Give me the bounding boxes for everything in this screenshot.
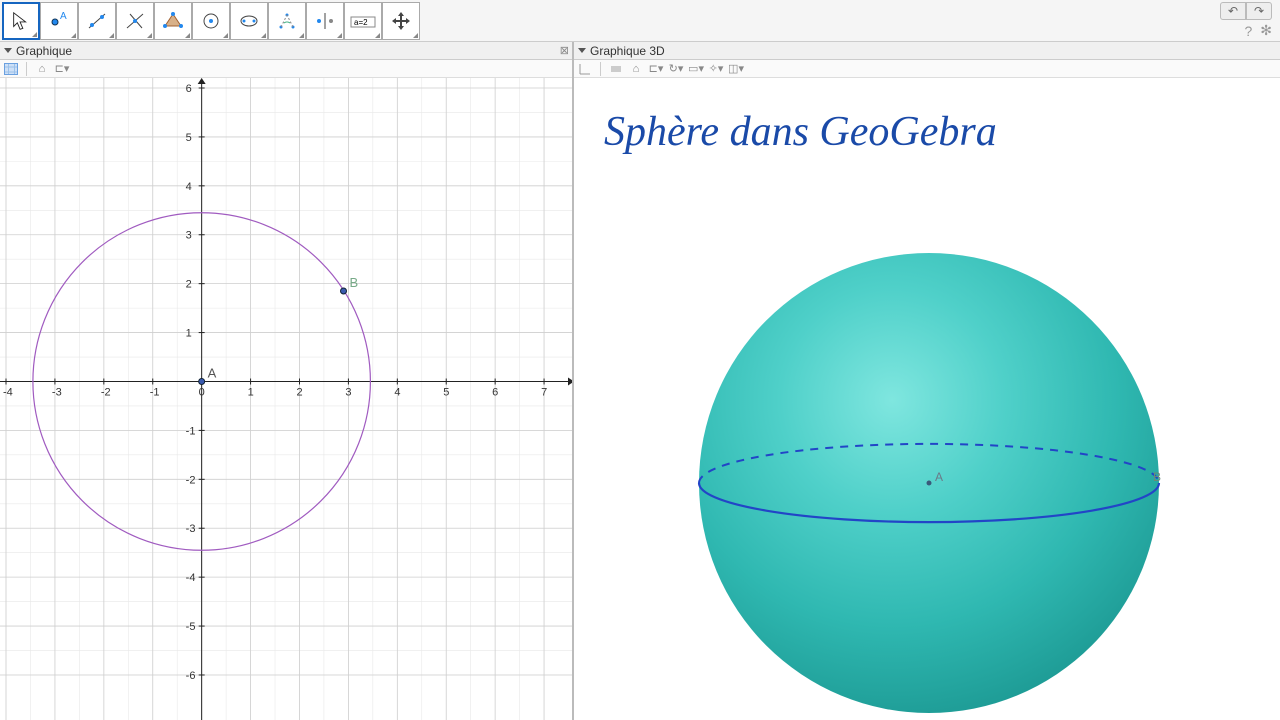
rotate-3d[interactable]: ↻▾ [669, 62, 683, 76]
home-2d[interactable]: ⌂ [35, 62, 49, 76]
svg-text:6: 6 [492, 386, 498, 398]
svg-text:2: 2 [186, 279, 192, 291]
svg-text:-3: -3 [186, 523, 196, 535]
redo-button[interactable]: ↷ [1246, 2, 1272, 20]
axes-toggle-3d[interactable] [578, 62, 592, 76]
tool-move-view[interactable] [382, 2, 420, 40]
plane-toggle-3d[interactable] [609, 62, 623, 76]
panel-title-2d: Graphique [16, 44, 72, 58]
svg-text:5: 5 [443, 386, 449, 398]
svg-text:7: 7 [541, 386, 547, 398]
svg-text:-6: -6 [186, 670, 196, 682]
settings-icon[interactable]: ✻ [1260, 22, 1272, 39]
tool-polygon[interactable] [154, 2, 192, 40]
svg-text:3: 3 [345, 386, 351, 398]
svg-text:-1: -1 [186, 425, 196, 437]
home-3d[interactable]: ⌂ [629, 62, 643, 76]
panel-header-2d[interactable]: Graphique ⊠ [0, 42, 572, 60]
svg-text:-5: -5 [186, 621, 196, 633]
graphics-2d-panel: Graphique ⊠ ⌂ ⊏▾ -4-3-2-101234567-6-5-4-… [0, 42, 574, 720]
help-icon[interactable]: ? [1244, 23, 1252, 39]
undo-button[interactable]: ↶ [1220, 2, 1246, 20]
svg-text:A: A [60, 11, 67, 22]
tool-conic[interactable] [230, 2, 268, 40]
svg-text:4: 4 [394, 386, 400, 398]
clipping-3d[interactable]: ✧▾ [709, 62, 723, 76]
projection-3d[interactable]: ◫▾ [729, 62, 743, 76]
sub-toolbar-3d: ⌂ ⊏▾ ↻▾ ▭▾ ✧▾ ◫▾ [574, 60, 1280, 78]
svg-text:-1: -1 [150, 386, 160, 398]
svg-text:A: A [935, 470, 943, 484]
panel-header-3d[interactable]: Graphique 3D [574, 42, 1280, 60]
svg-text:-2: -2 [101, 386, 111, 398]
main-toolbar: A a=2 ↶ ↷ [0, 0, 1280, 42]
tool-circle[interactable] [192, 2, 230, 40]
svg-text:-2: -2 [186, 474, 196, 486]
svg-text:1: 1 [186, 328, 192, 340]
sub-toolbar-2d: ⌂ ⊏▾ [0, 60, 572, 78]
canvas-2d[interactable]: -4 -3 -2 -1 0 1 2 3 4 5 6 7 -6 -5 -4 -3 -2 -1 1 2 3 4 5 6 A B [0, 78, 572, 720]
svg-text:2: 2 [296, 386, 302, 398]
svg-text:0: 0 [199, 386, 205, 398]
tool-point[interactable]: A [40, 2, 78, 40]
close-panel-2d[interactable]: ⊠ [560, 44, 569, 57]
canvas-3d[interactable]: Sphère dans GeoGebra AB [574, 78, 1280, 720]
svg-text:-4: -4 [186, 572, 196, 584]
tool-perpendicular[interactable] [116, 2, 154, 40]
svg-text:5: 5 [186, 132, 192, 144]
svg-text:A: A [208, 365, 217, 380]
panel-title-3d: Graphique 3D [590, 44, 665, 58]
svg-text:4: 4 [186, 181, 192, 193]
svg-text:6: 6 [186, 83, 192, 95]
svg-text:-3: -3 [52, 386, 62, 398]
svg-text:3: 3 [186, 230, 192, 242]
axes-toggle-2d[interactable] [4, 62, 18, 76]
svg-text:-4: -4 [3, 386, 13, 398]
tool-slider[interactable]: a=2 [344, 2, 382, 40]
svg-text:a=2: a=2 [354, 18, 368, 27]
graphics-3d-panel: Graphique 3D ⌂ ⊏▾ ↻▾ ▭▾ ✧▾ ◫▾ Sphère dan… [574, 42, 1280, 720]
svg-text:B: B [350, 275, 359, 290]
tool-move[interactable] [2, 2, 40, 40]
svg-text:1: 1 [248, 386, 254, 398]
tool-angle[interactable] [268, 2, 306, 40]
svg-text:B: B [1153, 470, 1161, 484]
view-direction-3d[interactable]: ▭▾ [689, 62, 703, 76]
tool-line[interactable] [78, 2, 116, 40]
capture-3d[interactable]: ⊏▾ [649, 62, 663, 76]
tool-transform[interactable] [306, 2, 344, 40]
capture-2d[interactable]: ⊏▾ [55, 62, 69, 76]
